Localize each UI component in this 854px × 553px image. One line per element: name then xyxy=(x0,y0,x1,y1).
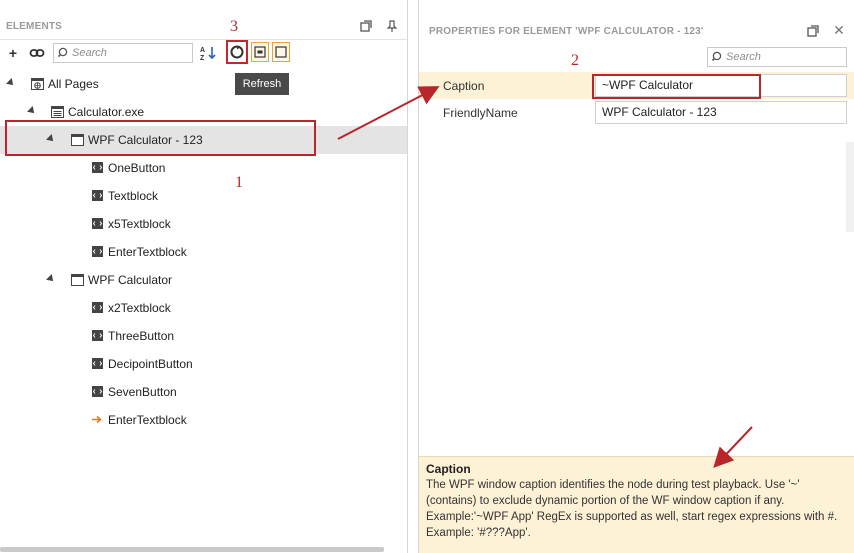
window-icon xyxy=(71,274,84,286)
description-title: Caption xyxy=(426,462,471,476)
elements-panel-header: ELEMENTS xyxy=(0,0,407,40)
svg-text:Z: Z xyxy=(200,55,205,61)
tree-node-label: EnterTextblock xyxy=(108,413,187,427)
property-row-friendlyname[interactable]: FriendlyName WPF Calculator - 123 xyxy=(419,99,854,126)
horizontal-scrollbar[interactable] xyxy=(0,547,384,552)
globe-page-icon xyxy=(31,78,44,90)
elements-search-box[interactable] xyxy=(53,43,193,63)
tree-node-all-pages[interactable]: All Pages xyxy=(0,70,407,98)
collapse-toggle-button[interactable] xyxy=(251,42,269,62)
square-icon xyxy=(275,46,287,58)
element-icon xyxy=(92,386,103,397)
refresh-icon xyxy=(230,45,244,59)
tree-node-entertextblock[interactable]: EnterTextblock xyxy=(0,238,407,266)
tree-node-label: ThreeButton xyxy=(108,329,175,343)
tree-node-wpf-calculator[interactable]: WPF Calculator xyxy=(0,266,407,294)
tree-node-label: SevenButton xyxy=(108,385,177,399)
tree-node-label: Textblock xyxy=(108,189,159,203)
tree-node-onebutton[interactable]: OneButton xyxy=(0,154,407,182)
add-icon[interactable]: + xyxy=(5,45,21,61)
properties-panel-title: PROPERTIES FOR ELEMENT 'WPF CALCULATOR -… xyxy=(429,26,704,37)
elements-panel-title: ELEMENTS xyxy=(6,21,63,32)
annotation-number-1: 1 xyxy=(235,174,243,191)
tree-node-threebutton[interactable]: ThreeButton xyxy=(0,322,407,350)
expand-toggle-button[interactable] xyxy=(272,42,290,62)
close-icon[interactable]: ✕ xyxy=(833,23,845,37)
maximize-icon[interactable] xyxy=(360,20,372,32)
description-text: The WPF window caption identifies the no… xyxy=(426,479,838,539)
friendlyname-value-field[interactable]: WPF Calculator - 123 xyxy=(595,101,847,124)
sort-az-icon[interactable]: AZ xyxy=(200,45,216,62)
annotation-number-3: 3 xyxy=(230,18,238,35)
tree-node-decipointbutton[interactable]: DecipointButton xyxy=(0,350,407,378)
arrow-right-icon xyxy=(92,415,102,424)
element-icon xyxy=(92,246,103,257)
element-icon xyxy=(92,190,103,201)
expand-arrow-icon[interactable] xyxy=(46,274,56,284)
element-icon xyxy=(92,358,103,369)
panel-edge xyxy=(846,142,854,232)
expand-arrow-icon[interactable] xyxy=(27,106,37,116)
tree-node-label: WPF Calculator xyxy=(88,273,173,287)
application-icon xyxy=(51,106,64,118)
annotation-number-2: 2 xyxy=(571,52,579,69)
tree-node-sevenbutton[interactable]: SevenButton xyxy=(0,378,407,406)
pin-icon[interactable] xyxy=(386,20,398,32)
collapse-icon xyxy=(254,46,266,58)
properties-panel-header: PROPERTIES FOR ELEMENT 'WPF CALCULATOR -… xyxy=(419,0,854,42)
element-icon xyxy=(92,162,103,173)
tree-node-textblock[interactable]: Textblock xyxy=(0,182,407,210)
property-name: Caption xyxy=(443,79,485,93)
tree-node-label: Calculator.exe xyxy=(68,105,145,119)
tree-node-x5textblock[interactable]: x5Textblock xyxy=(0,210,407,238)
tree-node-label: OneButton xyxy=(108,161,166,175)
element-icon xyxy=(92,330,103,341)
link-icon[interactable] xyxy=(29,45,45,61)
properties-search-box[interactable] xyxy=(707,47,847,67)
tree-node-entertextblock-step[interactable]: EnterTextblock xyxy=(0,406,407,434)
property-description: Caption The WPF window caption identifie… xyxy=(419,456,854,553)
tree-node-label: DecipointButton xyxy=(108,357,193,371)
element-icon xyxy=(92,218,103,229)
refresh-button[interactable] xyxy=(226,40,248,64)
tree-node-label: x2Textblock xyxy=(108,301,171,315)
element-icon xyxy=(92,302,103,313)
search-icon xyxy=(58,47,68,58)
tree-node-label: x5Textblock xyxy=(108,217,171,231)
tree-node-x2textblock[interactable]: x2Textblock xyxy=(0,294,407,322)
annotation-box-caption-value xyxy=(592,74,761,99)
tree-node-label: EnterTextblock xyxy=(108,245,187,259)
search-icon xyxy=(712,51,722,62)
property-name: FriendlyName xyxy=(443,106,518,120)
svg-text:A: A xyxy=(200,47,205,54)
maximize-icon[interactable] xyxy=(807,25,819,37)
elements-panel: ELEMENTS + AZ Refresh Al xyxy=(0,0,408,553)
annotation-box-tree-selection xyxy=(5,120,316,156)
elements-toolbar: + AZ xyxy=(0,41,407,67)
properties-search-input[interactable] xyxy=(726,50,842,64)
elements-search-input[interactable] xyxy=(72,46,188,60)
tree-node-label: All Pages xyxy=(48,77,99,91)
expand-arrow-icon[interactable] xyxy=(6,78,16,88)
